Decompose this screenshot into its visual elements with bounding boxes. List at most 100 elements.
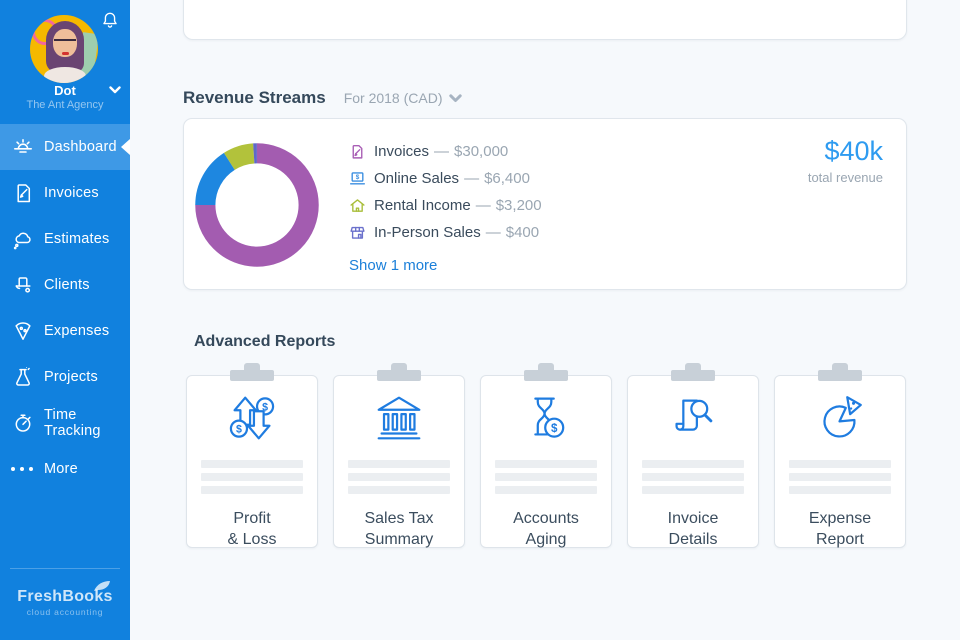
active-item-caret xyxy=(121,139,130,155)
legend-separator: — xyxy=(434,143,449,160)
sidebar-item-more[interactable]: More xyxy=(0,446,130,492)
revenue-filter-label: For 2018 (CAD) xyxy=(344,90,443,106)
sidebar-item-label: Projects xyxy=(44,369,98,385)
total-revenue-value: $40k xyxy=(808,136,883,167)
top-hat-icon xyxy=(11,273,35,297)
legend-amount: $3,200 xyxy=(496,197,542,214)
storefront-icon xyxy=(349,224,366,241)
document-magnifier-icon xyxy=(664,389,722,447)
revenue-legend: Invoices — $30,000 $ Online Sales — $6,4… xyxy=(349,138,542,275)
report-card-sales-tax-summary[interactable]: Sales Tax Summary xyxy=(333,375,465,548)
sunrise-icon xyxy=(11,135,35,159)
user-menu-chevron-icon[interactable] xyxy=(109,86,121,94)
clipboard-clip-icon xyxy=(377,370,421,381)
sidebar-item-label: Clients xyxy=(44,277,90,293)
legend-label: Online Sales xyxy=(374,170,459,187)
leaf-icon xyxy=(93,580,111,592)
svg-text:$: $ xyxy=(236,424,242,436)
report-card-accounts-aging[interactable]: $ Accounts Aging xyxy=(480,375,612,548)
flask-icon xyxy=(11,365,35,389)
laptop-dollar-icon: $ xyxy=(349,170,366,187)
legend-row-invoices: Invoices — $30,000 xyxy=(349,138,542,165)
house-icon xyxy=(349,197,366,214)
total-revenue-caption: total revenue xyxy=(808,170,883,185)
clipboard-clip-icon xyxy=(818,370,862,381)
sidebar-item-expenses[interactable]: Expenses xyxy=(0,308,130,354)
sidebar-item-label: Time Tracking xyxy=(44,407,130,439)
report-card-profit-loss[interactable]: $ $ Profit & Loss xyxy=(186,375,318,548)
profit-loss-arrows-icon: $ $ xyxy=(223,389,281,447)
legend-label: In-Person Sales xyxy=(374,224,481,241)
legend-row-in-person-sales: In-Person Sales — $400 xyxy=(349,219,542,246)
sidebar-item-label: Invoices xyxy=(44,185,99,201)
sidebar-item-dashboard[interactable]: Dashboard xyxy=(0,124,130,170)
show-more-link[interactable]: Show 1 more xyxy=(349,257,437,274)
legend-separator: — xyxy=(476,197,491,214)
sidebar-divider xyxy=(10,568,120,569)
invoice-pen-icon xyxy=(11,181,35,205)
legend-separator: — xyxy=(464,170,479,187)
total-revenue: $40k total revenue xyxy=(808,136,883,185)
card-placeholder-lines xyxy=(201,460,303,499)
svg-text:$: $ xyxy=(551,422,558,435)
pizza-chart-icon xyxy=(811,389,869,447)
sidebar-item-label: Dashboard xyxy=(44,139,117,155)
card-placeholder-lines xyxy=(789,460,891,499)
card-placeholder-lines xyxy=(642,460,744,499)
advanced-reports-title: Advanced Reports xyxy=(194,333,335,351)
report-card-expense-report[interactable]: Expense Report xyxy=(774,375,906,548)
legend-row-online-sales: $ Online Sales — $6,400 xyxy=(349,165,542,192)
sidebar-nav: Dashboard Invoices Estimates xyxy=(0,124,130,492)
sidebar-item-invoices[interactable]: Invoices xyxy=(0,170,130,216)
bank-icon xyxy=(370,389,428,447)
logo-tagline: cloud accounting xyxy=(0,607,130,617)
revenue-streams-card: Invoices — $30,000 $ Online Sales — $6,4… xyxy=(183,118,907,290)
card-placeholder-lines xyxy=(348,460,450,499)
revenue-period-filter[interactable]: For 2018 (CAD) xyxy=(344,90,462,106)
legend-label: Rental Income xyxy=(374,197,471,214)
avatar-glasses xyxy=(54,39,76,44)
partial-card-above xyxy=(183,0,907,40)
avatar-lips xyxy=(62,52,69,55)
chevron-down-icon xyxy=(449,94,462,103)
freshbooks-logo: FreshBooks cloud accounting xyxy=(0,588,130,617)
sidebar-item-time-tracking[interactable]: Time Tracking xyxy=(0,400,130,446)
svg-text:$: $ xyxy=(356,174,360,181)
hourglass-dollar-icon: $ xyxy=(517,389,575,447)
sidebar-item-estimates[interactable]: Estimates xyxy=(0,216,130,262)
sidebar-item-label: More xyxy=(44,461,78,477)
revenue-title: Revenue Streams xyxy=(183,88,326,108)
legend-amount: $6,400 xyxy=(484,170,530,187)
report-card-label: Sales Tax Summary xyxy=(364,508,433,550)
legend-row-rental-income: Rental Income — $3,200 xyxy=(349,192,542,219)
advanced-reports-row: $ $ Profit & Loss xyxy=(186,375,906,548)
legend-separator: — xyxy=(486,224,501,241)
user-company: The Ant Agency xyxy=(0,99,130,111)
revenue-donut-chart[interactable] xyxy=(195,143,319,267)
report-card-label: Profit & Loss xyxy=(228,508,277,550)
card-placeholder-lines xyxy=(495,460,597,499)
report-card-label: Accounts Aging xyxy=(513,508,579,550)
clipboard-clip-icon xyxy=(524,370,568,381)
revenue-header: Revenue Streams For 2018 (CAD) xyxy=(183,88,462,108)
invoice-pen-icon xyxy=(349,143,366,160)
ellipsis-icon xyxy=(11,457,35,481)
avatar-shirt xyxy=(44,67,86,83)
cloud-icon xyxy=(11,227,35,251)
legend-amount: $30,000 xyxy=(454,143,508,160)
legend-amount: $400 xyxy=(506,224,539,241)
stopwatch-icon xyxy=(11,411,35,435)
user-avatar[interactable] xyxy=(30,15,98,83)
report-card-label: Invoice Details xyxy=(668,508,719,550)
report-card-invoice-details[interactable]: Invoice Details xyxy=(627,375,759,548)
sidebar-item-label: Expenses xyxy=(44,323,109,339)
legend-label: Invoices xyxy=(374,143,429,160)
sidebar-item-clients[interactable]: Clients xyxy=(0,262,130,308)
clipboard-clip-icon xyxy=(230,370,274,381)
sidebar-item-projects[interactable]: Projects xyxy=(0,354,130,400)
clipboard-clip-icon xyxy=(671,370,715,381)
pizza-slice-icon xyxy=(11,319,35,343)
report-card-label: Expense Report xyxy=(809,508,871,550)
main-content: Revenue Streams For 2018 (CAD) Invoices … xyxy=(130,0,960,640)
notifications-bell-icon[interactable] xyxy=(99,10,121,32)
